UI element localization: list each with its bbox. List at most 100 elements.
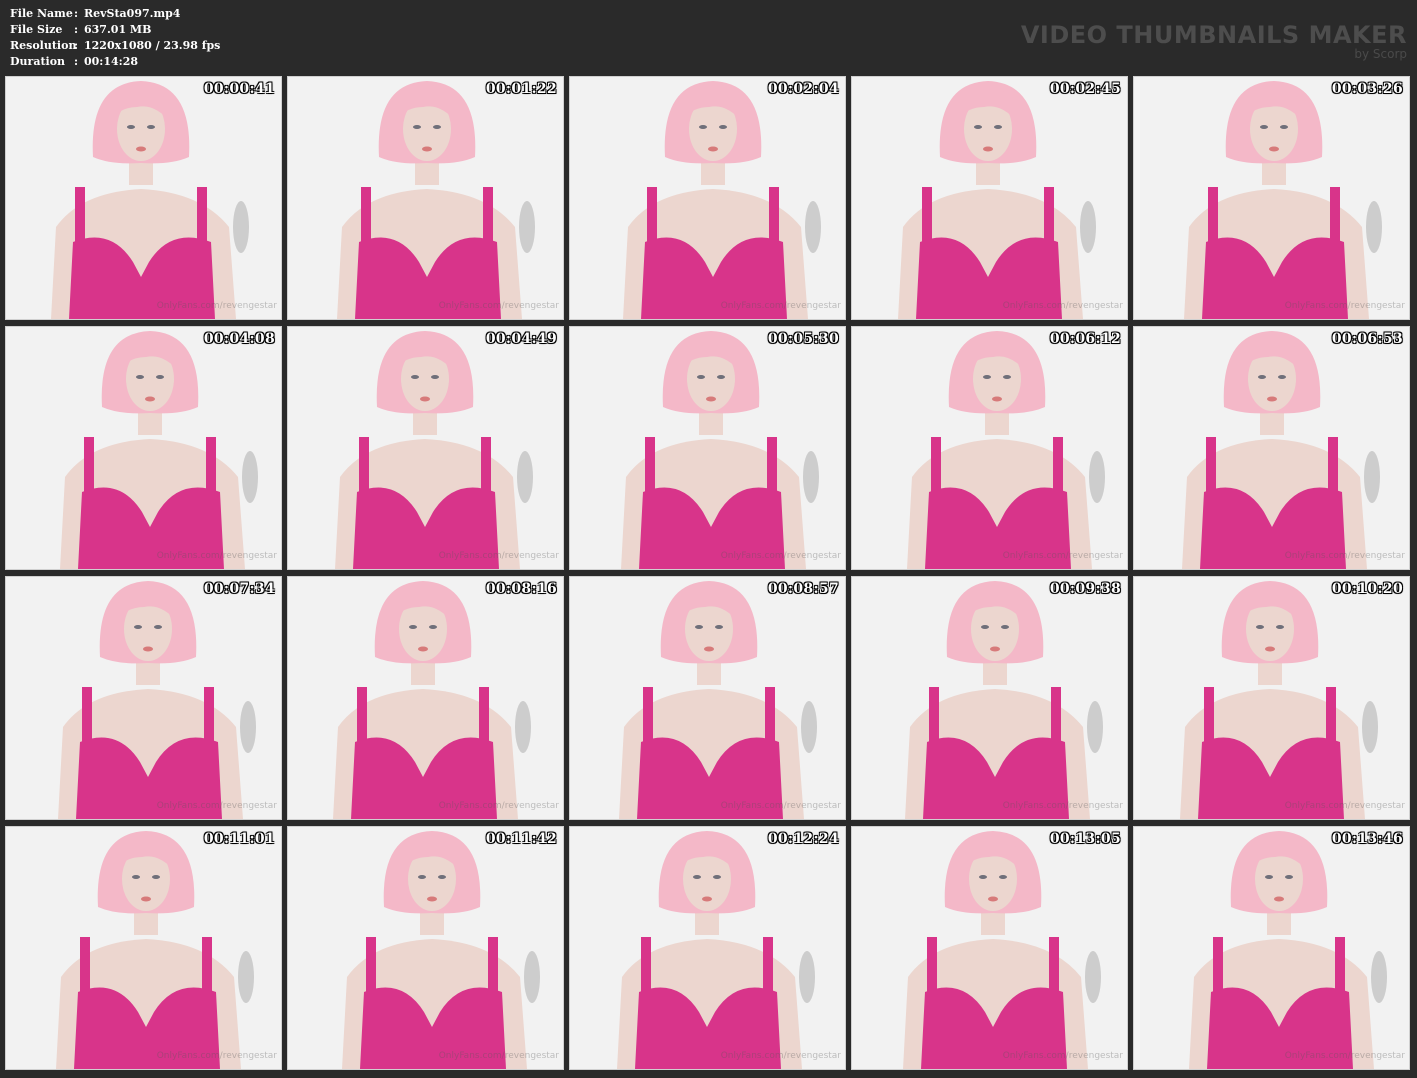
frame-watermark: OnlyFans.com/revengestar bbox=[1284, 1051, 1405, 1061]
resolution-label: Resolution bbox=[10, 39, 77, 52]
timestamp-label: 00:02:04 bbox=[767, 81, 839, 97]
frame-watermark: OnlyFans.com/revengestar bbox=[156, 801, 277, 811]
timestamp-label: 00:06:53 bbox=[1331, 331, 1403, 347]
video-frame-image bbox=[6, 327, 281, 569]
thumbnail-frame[interactable]: 00:09:38 OnlyFans.com/revengestar bbox=[851, 576, 1128, 820]
timestamp-label: 00:06:12 bbox=[1049, 331, 1121, 347]
brand-logo: VIDEO THUMBNAILS MAKER by Scorp bbox=[1021, 22, 1407, 60]
timestamp-label: 00:13:05 bbox=[1049, 831, 1121, 847]
brand-title: VIDEO THUMBNAILS MAKER bbox=[1020, 21, 1407, 49]
file-size-value: 637.01 MB bbox=[84, 23, 152, 36]
video-frame-image bbox=[288, 577, 563, 819]
thumbnail-frame[interactable]: 00:13:05 OnlyFans.com/revengestar bbox=[851, 826, 1128, 1070]
timestamp-label: 00:08:16 bbox=[485, 581, 557, 597]
thumbnail-frame[interactable]: 00:05:30 OnlyFans.com/revengestar bbox=[569, 326, 846, 570]
video-frame-image bbox=[1134, 827, 1409, 1069]
video-frame-image bbox=[288, 827, 563, 1069]
frame-watermark: OnlyFans.com/revengestar bbox=[1002, 551, 1123, 561]
thumbnail-frame[interactable]: 00:07:34 OnlyFans.com/revengestar bbox=[5, 576, 282, 820]
thumbnail-frame[interactable]: 00:06:53 OnlyFans.com/revengestar bbox=[1133, 326, 1410, 570]
thumbnail-frame[interactable]: 00:08:57 OnlyFans.com/revengestar bbox=[569, 576, 846, 820]
file-name-value: RevSta097.mp4 bbox=[84, 7, 181, 20]
timestamp-label: 00:11:42 bbox=[485, 831, 557, 847]
video-frame-image bbox=[1134, 77, 1409, 319]
file-name-label: File Name bbox=[10, 7, 73, 20]
frame-watermark: OnlyFans.com/revengestar bbox=[1284, 551, 1405, 561]
thumbnail-frame[interactable]: 00:06:12 OnlyFans.com/revengestar bbox=[851, 326, 1128, 570]
thumbnail-frame[interactable]: 00:04:08 OnlyFans.com/revengestar bbox=[5, 326, 282, 570]
timestamp-label: 00:03:26 bbox=[1331, 81, 1403, 97]
thumbnail-frame[interactable]: 00:02:04 OnlyFans.com/revengestar bbox=[569, 76, 846, 320]
video-frame-image bbox=[852, 77, 1127, 319]
duration-value: 00:14:28 bbox=[84, 55, 139, 68]
thumbnail-frame[interactable]: 00:00:41 OnlyFans.com/revengestar bbox=[5, 76, 282, 320]
thumbnail-frame[interactable]: 00:01:22 OnlyFans.com/revengestar bbox=[287, 76, 564, 320]
thumbnail-frame[interactable]: 00:10:20 OnlyFans.com/revengestar bbox=[1133, 576, 1410, 820]
timestamp-label: 00:09:38 bbox=[1049, 581, 1121, 597]
video-frame-image bbox=[570, 577, 845, 819]
separator: : bbox=[74, 55, 79, 68]
frame-watermark: OnlyFans.com/revengestar bbox=[438, 301, 559, 311]
file-name-row: File Name : RevSta097.mp4 bbox=[10, 6, 220, 22]
timestamp-label: 00:13:46 bbox=[1331, 831, 1403, 847]
frame-watermark: OnlyFans.com/revengestar bbox=[1002, 801, 1123, 811]
video-frame-image bbox=[288, 327, 563, 569]
video-frame-image bbox=[570, 327, 845, 569]
thumbnail-frame[interactable]: 00:13:46 OnlyFans.com/revengestar bbox=[1133, 826, 1410, 1070]
video-frame-image bbox=[852, 827, 1127, 1069]
frame-watermark: OnlyFans.com/revengestar bbox=[438, 551, 559, 561]
separator: : bbox=[74, 23, 79, 36]
separator: : bbox=[74, 39, 79, 52]
brand-subtitle: by Scorp bbox=[1354, 47, 1407, 61]
resolution-row: Resolution : 1220x1080 / 23.98 fps bbox=[10, 38, 220, 54]
video-frame-image bbox=[6, 577, 281, 819]
frame-watermark: OnlyFans.com/revengestar bbox=[720, 1051, 841, 1061]
frame-watermark: OnlyFans.com/revengestar bbox=[720, 801, 841, 811]
timestamp-label: 00:10:20 bbox=[1331, 581, 1403, 597]
header-bar: File Name : RevSta097.mp4 File Size : 63… bbox=[0, 0, 1417, 74]
frame-watermark: OnlyFans.com/revengestar bbox=[1284, 801, 1405, 811]
video-frame-image bbox=[288, 77, 563, 319]
video-frame-image bbox=[6, 827, 281, 1069]
thumbnail-frame[interactable]: 00:02:45 OnlyFans.com/revengestar bbox=[851, 76, 1128, 320]
timestamp-label: 00:02:45 bbox=[1049, 81, 1121, 97]
duration-row: Duration : 00:14:28 bbox=[10, 54, 220, 70]
timestamp-label: 00:04:49 bbox=[485, 331, 557, 347]
frame-watermark: OnlyFans.com/revengestar bbox=[156, 551, 277, 561]
frame-watermark: OnlyFans.com/revengestar bbox=[1284, 301, 1405, 311]
video-frame-image bbox=[852, 577, 1127, 819]
thumbnail-frame[interactable]: 00:08:16 OnlyFans.com/revengestar bbox=[287, 576, 564, 820]
video-frame-image bbox=[570, 827, 845, 1069]
timestamp-label: 00:04:08 bbox=[203, 331, 275, 347]
timestamp-label: 00:07:34 bbox=[203, 581, 275, 597]
file-size-label: File Size bbox=[10, 23, 63, 36]
separator: : bbox=[74, 7, 79, 20]
file-info: File Name : RevSta097.mp4 File Size : 63… bbox=[10, 6, 220, 70]
frame-watermark: OnlyFans.com/revengestar bbox=[720, 551, 841, 561]
thumbnail-frame[interactable]: 00:11:01 OnlyFans.com/revengestar bbox=[5, 826, 282, 1070]
frame-watermark: OnlyFans.com/revengestar bbox=[1002, 301, 1123, 311]
timestamp-label: 00:08:57 bbox=[767, 581, 839, 597]
video-frame-image bbox=[1134, 577, 1409, 819]
thumbnail-frame[interactable]: 00:12:24 OnlyFans.com/revengestar bbox=[569, 826, 846, 1070]
timestamp-label: 00:05:30 bbox=[767, 331, 839, 347]
thumbnail-frame[interactable]: 00:03:26 OnlyFans.com/revengestar bbox=[1133, 76, 1410, 320]
video-frame-image bbox=[6, 77, 281, 319]
thumbnail-frame[interactable]: 00:04:49 OnlyFans.com/revengestar bbox=[287, 326, 564, 570]
frame-watermark: OnlyFans.com/revengestar bbox=[720, 301, 841, 311]
timestamp-label: 00:11:01 bbox=[203, 831, 275, 847]
file-size-row: File Size : 637.01 MB bbox=[10, 22, 220, 38]
video-frame-image bbox=[852, 327, 1127, 569]
timestamp-label: 00:00:41 bbox=[203, 81, 275, 97]
timestamp-label: 00:01:22 bbox=[485, 81, 557, 97]
video-frame-image bbox=[1134, 327, 1409, 569]
resolution-value: 1220x1080 / 23.98 fps bbox=[84, 39, 221, 52]
thumbnail-frame[interactable]: 00:11:42 OnlyFans.com/revengestar bbox=[287, 826, 564, 1070]
frame-watermark: OnlyFans.com/revengestar bbox=[156, 301, 277, 311]
frame-watermark: OnlyFans.com/revengestar bbox=[438, 801, 559, 811]
frame-watermark: OnlyFans.com/revengestar bbox=[156, 1051, 277, 1061]
video-frame-image bbox=[570, 77, 845, 319]
timestamp-label: 00:12:24 bbox=[767, 831, 839, 847]
frame-watermark: OnlyFans.com/revengestar bbox=[438, 1051, 559, 1061]
frame-watermark: OnlyFans.com/revengestar bbox=[1002, 1051, 1123, 1061]
